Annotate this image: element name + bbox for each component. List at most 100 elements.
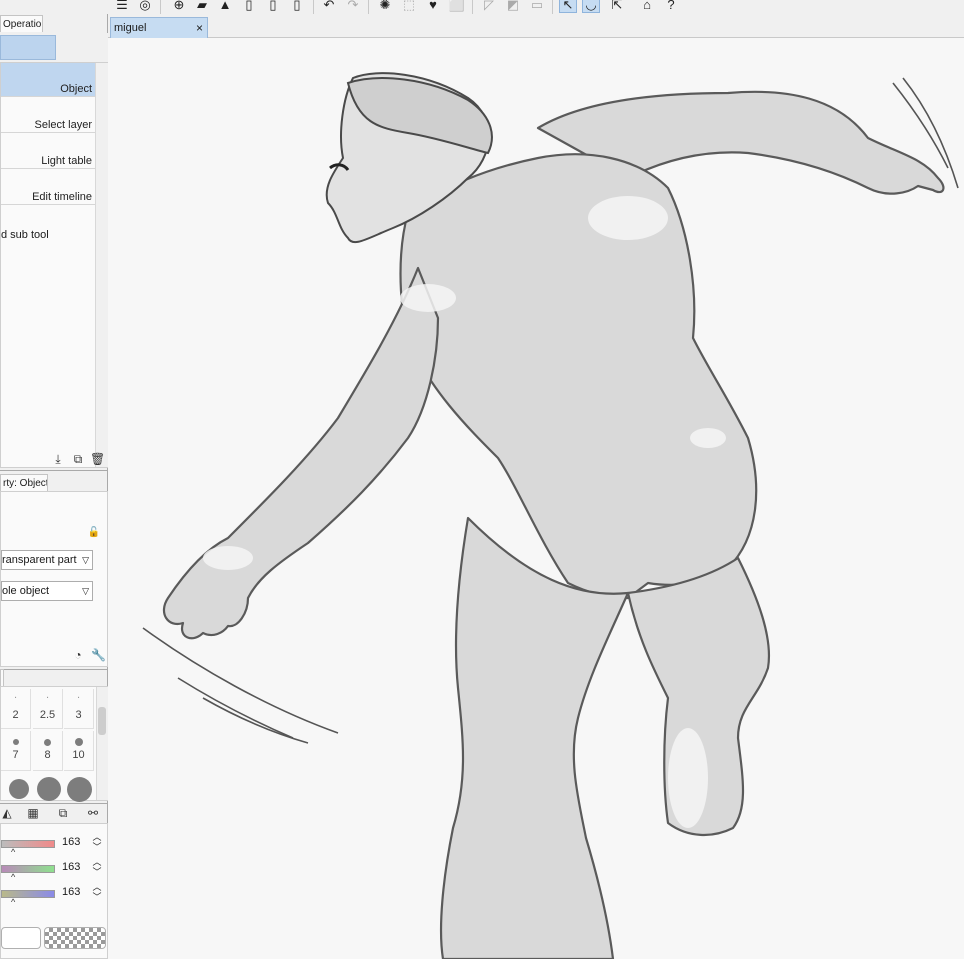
transparent-part-select[interactable]: ransparent part ▽ — [1, 550, 93, 570]
snap-icon[interactable]: ↖ — [559, 0, 577, 13]
similar-color-tab-icon[interactable]: ⚯ — [86, 806, 100, 820]
main-color-swatch[interactable] — [1, 927, 41, 949]
tool-property-panel: 🔓 ransparent part ▽ ole object ▽ ◔ 🔧 — [0, 491, 108, 667]
brush-size-3-label: 3 — [75, 709, 82, 721]
close-icon[interactable]: × — [196, 18, 203, 38]
export-icon[interactable]: ⇱ — [608, 0, 626, 13]
transform-icon[interactable]: ⬜ — [448, 0, 466, 13]
color-wheel-tab-icon[interactable]: ◭ — [0, 806, 14, 820]
sub-tool-panel: Object Select layer Light table Edit tim… — [0, 62, 108, 468]
brush-size-10[interactable]: 10 — [64, 731, 94, 771]
color-slider-green[interactable]: ^ 163 ︿ ﹀ — [1, 857, 109, 883]
help-icon[interactable]: ? — [662, 0, 680, 13]
document-tab[interactable]: miguel × — [110, 17, 208, 38]
left-panel: Operation Object Select layer Light tabl… — [0, 14, 108, 959]
sub-tool-select-layer-label: Select layer — [34, 119, 92, 131]
intermediate-color-tab-icon[interactable]: ⧉ — [56, 806, 70, 820]
export-jpg-icon[interactable]: ▯ — [240, 0, 258, 13]
tab-tool-property-label: rty: Object — [3, 478, 48, 489]
brush-size-2[interactable]: . 2 — [1, 689, 31, 729]
academy-icon[interactable]: ⌂ — [638, 0, 656, 13]
blue-slider-bar[interactable] — [1, 890, 55, 898]
chevron-down-icon: ▽ — [82, 586, 89, 596]
document-tab-title: miguel — [114, 22, 147, 34]
fill-selection-icon[interactable]: ◩ — [504, 0, 522, 13]
redo-icon[interactable]: ↷ — [344, 0, 362, 13]
tool-header — [0, 33, 108, 63]
chevron-down-icon: ▽ — [82, 555, 89, 565]
tab-operation[interactable]: Operation — [0, 15, 43, 32]
brush-size-7-label: 7 — [12, 749, 19, 761]
deselect-icon[interactable]: ▭ — [528, 0, 546, 13]
color-set-tab-icon[interactable]: ▦ — [26, 806, 40, 820]
red-value: 163 — [62, 836, 81, 848]
tab-tool-property[interactable]: rty: Object — [0, 474, 48, 491]
top-toolbar: ☰ ◎ ⊕ ▰ ▲ ▯ ▯ ▯ ↶ ↷ ✺ ⬚ ♥ ⬜ ◸ ◩ ▭ ↖ ◡ ⇱ … — [0, 0, 964, 15]
wrench-icon[interactable]: 🔧 — [91, 648, 106, 662]
document-tab-bar: miguel × — [108, 14, 964, 38]
slider-caret-icon: ^ — [11, 897, 16, 907]
sub-tool-object-label: Object — [60, 83, 92, 95]
transparent-color-swatch[interactable] — [44, 927, 106, 949]
blue-stepper-icon[interactable]: ︿ ﹀ — [92, 882, 102, 902]
red-stepper-icon[interactable]: ︿ ﹀ — [92, 832, 102, 852]
drawing-canvas[interactable] — [108, 38, 964, 959]
sub-tool-scrollbar[interactable] — [95, 63, 108, 467]
green-slider-bar[interactable] — [1, 865, 55, 873]
highlight-shape — [588, 196, 668, 240]
sub-tool-edit-timeline[interactable]: Edit timeline — [1, 171, 95, 205]
current-tool-button[interactable] — [0, 35, 56, 60]
brush-size-8[interactable]: 8 — [33, 731, 63, 771]
fill-icon[interactable]: ♥ — [424, 0, 442, 13]
sub-tool-light-table-label: Light table — [41, 155, 92, 167]
tab-brush-size[interactable] — [0, 669, 4, 686]
trash-icon[interactable]: 🗑 — [90, 452, 105, 466]
sub-tool-select-layer[interactable]: Select layer — [1, 99, 95, 133]
brush-size-8-label: 8 — [44, 749, 51, 761]
loading-icon[interactable]: ✺ — [376, 0, 394, 13]
undo-icon[interactable]: ↶ — [320, 0, 338, 13]
brush-size-scroll-thumb[interactable] — [98, 707, 106, 735]
toolbar-grip — [0, 0, 3, 13]
menu-icon[interactable]: ☰ — [113, 0, 131, 13]
clear-icon[interactable]: ◸ — [480, 0, 498, 13]
new-file-icon[interactable]: ⊕ — [170, 0, 188, 13]
brush-size-7[interactable]: 7 — [1, 731, 31, 771]
import-icon[interactable]: ⤓ — [51, 452, 65, 466]
outstretched-arm-shape — [162, 266, 440, 640]
ruler-icon[interactable]: ◡ — [582, 0, 600, 13]
sketch-illustration — [142, 72, 959, 959]
duplicate-icon[interactable]: ⧉ — [71, 452, 85, 466]
brush-size-large-1[interactable] — [9, 779, 29, 799]
brush-size-scrollbar[interactable] — [96, 687, 108, 800]
export-psd-icon[interactable]: ▯ — [288, 0, 306, 13]
brush-size-2-5-label: 2.5 — [39, 709, 56, 721]
brush-size-2-mark: . — [13, 689, 18, 701]
sub-tool-light-table[interactable]: Light table — [1, 135, 95, 169]
save-icon[interactable]: ▲ — [216, 0, 234, 13]
slider-caret-icon: ^ — [11, 847, 16, 857]
color-slider-red[interactable]: ^ 163 ︿ ﹀ — [1, 832, 109, 858]
lock-icon[interactable]: 🔓 — [87, 526, 101, 540]
red-slider-bar[interactable] — [1, 840, 55, 848]
green-value: 163 — [62, 861, 81, 873]
brush-size-3[interactable]: . 3 — [64, 689, 94, 729]
brush-size-large-3[interactable] — [67, 777, 92, 802]
select-area-icon[interactable]: ⬚ — [400, 0, 418, 13]
open-folder-icon[interactable]: ▰ — [193, 0, 211, 13]
transparent-part-value: ransparent part — [2, 554, 77, 566]
export-png-icon[interactable]: ▯ — [264, 0, 282, 13]
brush-size-2-5-mark: . — [45, 689, 50, 701]
sub-tool-object[interactable]: Object — [1, 63, 95, 97]
object-select[interactable]: ole object ▽ — [1, 581, 93, 601]
highlight-shape — [400, 284, 456, 312]
reset-icon[interactable]: ◔ — [71, 648, 85, 662]
brush-size-large-2[interactable] — [37, 777, 61, 801]
layer-icon[interactable]: ◎ — [136, 0, 154, 13]
back-torso-shape — [399, 153, 758, 600]
add-sub-tool-link[interactable]: d sub tool — [1, 229, 49, 241]
color-slider-blue[interactable]: ^ 163 ︿ ﹀ — [1, 882, 109, 908]
brush-size-2-5[interactable]: . 2.5 — [33, 689, 63, 729]
green-stepper-icon[interactable]: ︿ ﹀ — [92, 857, 102, 877]
brush-size-panel: . 2 . 2.5 . 3 7 8 10 — [0, 686, 108, 802]
